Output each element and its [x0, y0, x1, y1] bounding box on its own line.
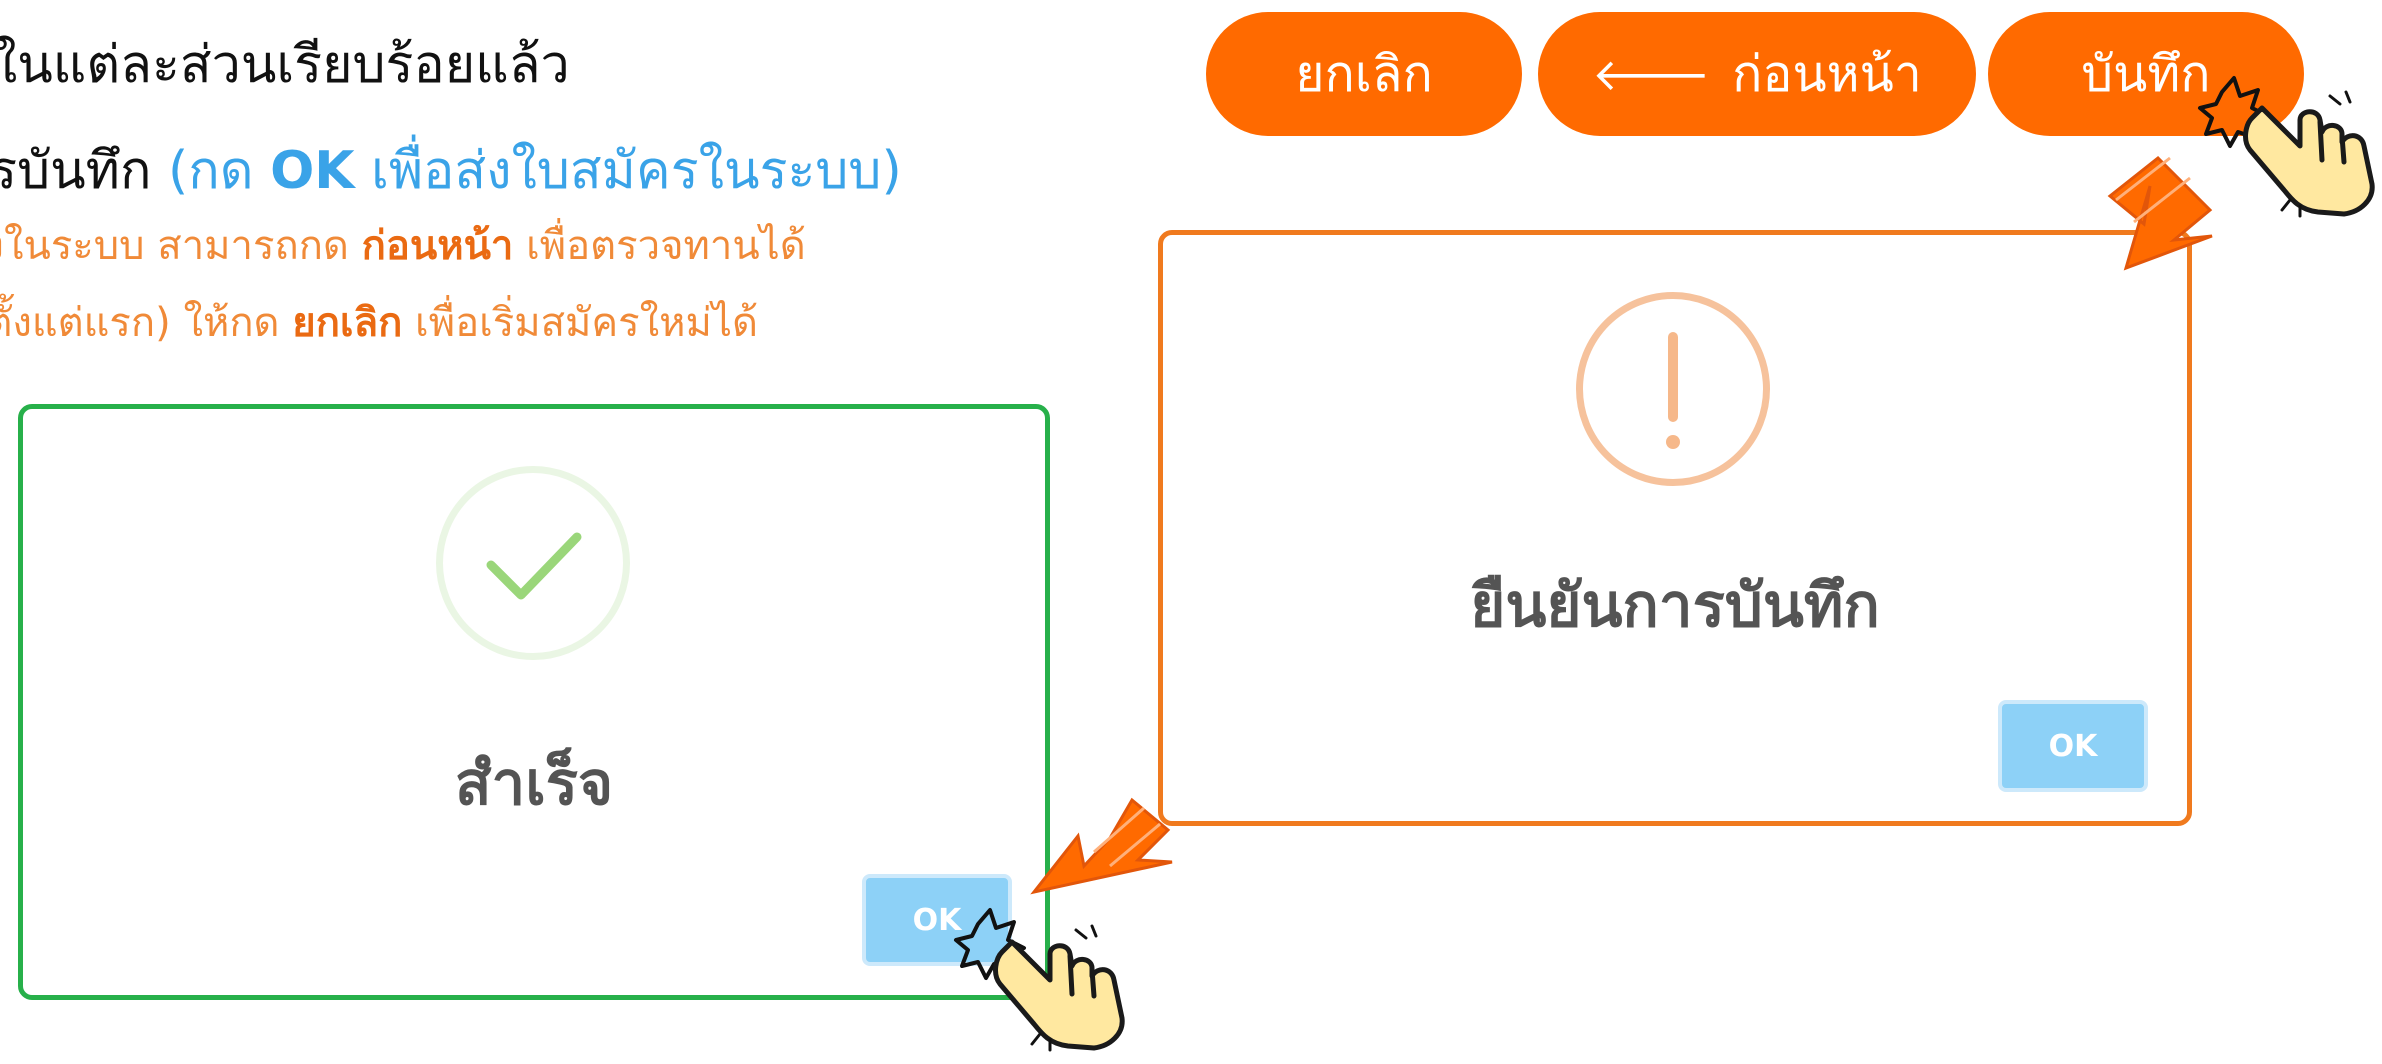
pointer-arrow-icon: [1030, 797, 1173, 895]
pointing-hand-icon: [993, 939, 1125, 1051]
pointer-arrow-icon: [2107, 155, 2213, 271]
pointing-hand-icon: [2243, 105, 2375, 217]
